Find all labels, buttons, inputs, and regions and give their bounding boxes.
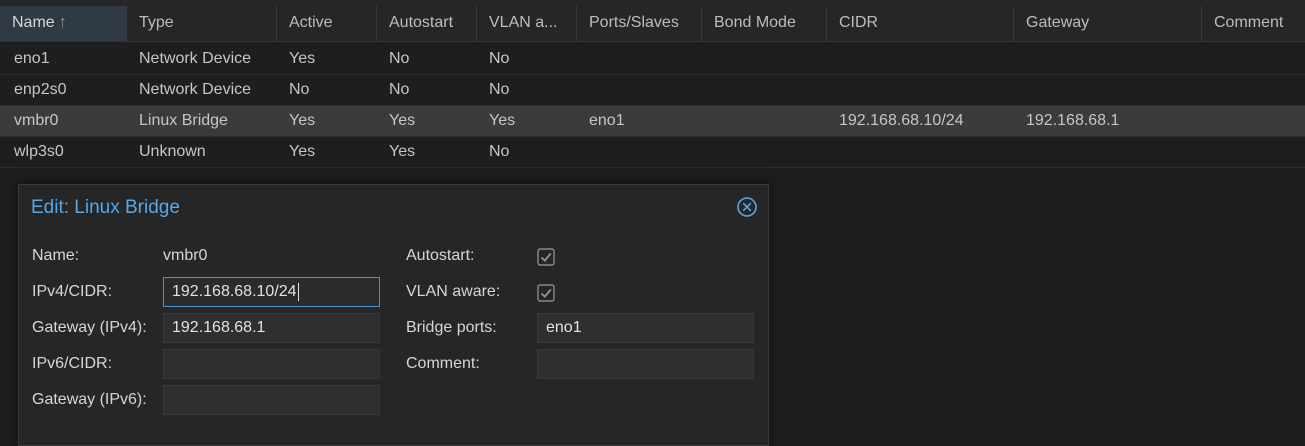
cell-name: vmbr0 (14, 112, 59, 129)
cell-active: Yes (289, 50, 316, 67)
dialog-title: Edit: Linux Bridge (31, 197, 180, 218)
ipv6-cidr-label: IPv6/CIDR: (32, 355, 113, 372)
comment-input[interactable] (537, 349, 754, 379)
cell-gateway: 192.168.68.1 (1026, 112, 1120, 129)
table-row-selected[interactable]: vmbr0 Linux Bridge Yes Yes Yes eno1 192.… (0, 106, 1305, 137)
cell-ports (575, 137, 589, 167)
cell-vlan: No (489, 81, 510, 98)
column-header-comment[interactable]: Comment (1202, 6, 1305, 41)
edit-bridge-dialog: Edit: Linux Bridge Name: vmbr0 IPv4/CIDR… (18, 184, 769, 446)
cell-autostart: No (389, 50, 410, 67)
cell-cidr (825, 137, 839, 167)
column-header-ports[interactable]: Ports/Slaves (577, 6, 702, 41)
column-header-vlan-aware[interactable]: VLAN a... (477, 6, 577, 41)
column-header-label: Bond Mode (714, 14, 796, 31)
column-header-type[interactable]: Type (127, 6, 277, 41)
close-icon[interactable] (737, 197, 757, 217)
gateway-ipv6-input[interactable] (163, 385, 380, 415)
cell-type: Unknown (139, 143, 206, 160)
cell-cidr (825, 75, 839, 105)
cell-type: Network Device (139, 50, 252, 67)
cell-gateway (1012, 137, 1026, 167)
column-header-label: Autostart (389, 14, 454, 31)
cell-cidr: 192.168.68.10/24 (839, 112, 964, 129)
column-header-label: Type (139, 14, 174, 31)
table-row[interactable]: wlp3s0 Unknown Yes Yes No (0, 137, 1305, 168)
ipv4-cidr-label: IPv4/CIDR: (32, 283, 113, 300)
cell-type: Network Device (139, 81, 252, 98)
autostart-label: Autostart: (406, 247, 475, 264)
text-caret (297, 282, 299, 301)
cell-autostart: No (389, 81, 410, 98)
sort-ascending-icon: ↑ (58, 14, 67, 31)
column-header-autostart[interactable]: Autostart (377, 6, 477, 41)
cell-name: enp2s0 (14, 81, 67, 98)
cell-name: wlp3s0 (14, 143, 64, 160)
ipv6-cidr-input[interactable] (163, 349, 380, 379)
comment-label: Comment: (406, 355, 480, 372)
bridge-ports-label: Bridge ports: (406, 319, 497, 336)
column-header-name[interactable]: Name ↑ (0, 6, 127, 41)
cell-autostart: Yes (389, 143, 416, 160)
cell-vlan: No (489, 50, 510, 67)
autostart-checkbox[interactable] (537, 248, 555, 266)
column-header-active[interactable]: Active (277, 6, 377, 41)
ipv4-cidr-input[interactable]: 192.168.68.10/24 (163, 277, 380, 307)
cell-gateway (1012, 44, 1026, 74)
column-header-label: Comment (1214, 14, 1284, 31)
cell-name: eno1 (14, 50, 50, 67)
cell-vlan: Yes (489, 112, 516, 129)
cell-vlan: No (489, 143, 510, 160)
column-header-gateway[interactable]: Gateway (1014, 6, 1202, 41)
table-row[interactable]: enp2s0 Network Device No No No (0, 75, 1305, 106)
cell-ports (575, 75, 589, 105)
column-header-label: VLAN a... (489, 14, 558, 31)
column-header-cidr[interactable]: CIDR (827, 6, 1014, 41)
cell-type: Linux Bridge (139, 112, 228, 129)
column-header-label: CIDR (839, 14, 879, 31)
table-row[interactable]: eno1 Network Device Yes No No (0, 44, 1305, 75)
column-header-label: Ports/Slaves (589, 14, 679, 31)
cell-ports: eno1 (589, 112, 625, 129)
gateway-ipv6-label: Gateway (IPv6): (32, 391, 147, 408)
cell-gateway (1012, 75, 1026, 105)
name-label: Name: (32, 247, 80, 264)
cell-active: No (289, 81, 310, 98)
vlan-aware-label: VLAN aware: (406, 283, 501, 300)
column-header-label: Gateway (1026, 14, 1090, 31)
column-header-bond-mode[interactable]: Bond Mode (702, 6, 827, 41)
column-header-label: Name (12, 14, 55, 31)
name-value: vmbr0 (163, 247, 208, 264)
cell-autostart: Yes (389, 112, 416, 129)
cell-cidr (825, 44, 839, 74)
gateway-ipv4-input[interactable]: 192.168.68.1 (163, 313, 380, 343)
cell-ports (575, 44, 589, 74)
bridge-ports-input[interactable]: eno1 (537, 313, 754, 343)
gateway-ipv4-label: Gateway (IPv4): (32, 319, 147, 336)
grid-header: Name ↑ Type Active Autostart VLAN a... Po… (0, 6, 1305, 42)
column-header-label: Active (289, 14, 333, 31)
vlan-aware-checkbox[interactable] (537, 284, 555, 302)
cell-active: Yes (289, 112, 316, 129)
ipv4-cidr-value: 192.168.68.10/24 (172, 283, 297, 300)
cell-active: Yes (289, 143, 316, 160)
